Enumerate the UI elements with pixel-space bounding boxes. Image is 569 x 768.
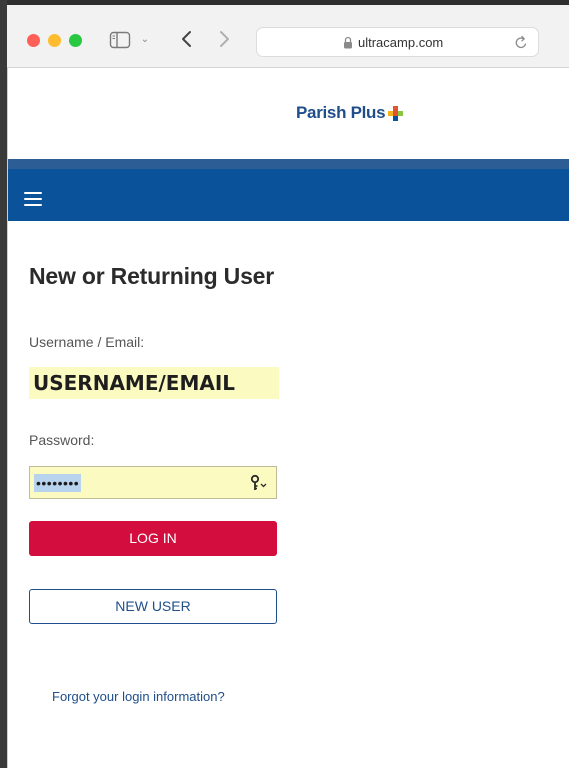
address-bar[interactable]: ultracamp.com: [256, 27, 539, 57]
site-logo[interactable]: Parish Plus: [296, 101, 404, 125]
chevron-down-icon[interactable]: ⌄: [138, 31, 152, 49]
username-label: Username / Email:: [29, 334, 145, 350]
password-input[interactable]: ••••••••: [29, 466, 277, 499]
nav-accent-stripe: [8, 159, 569, 169]
zoom-window-button[interactable]: [69, 34, 82, 47]
browser-toolbar: ⌄ ultracamp.com: [7, 0, 569, 68]
minimize-window-button[interactable]: [48, 34, 61, 47]
close-window-button[interactable]: [27, 34, 40, 47]
hamburger-icon[interactable]: [24, 192, 42, 207]
key-icon[interactable]: [250, 474, 270, 492]
reload-icon[interactable]: [514, 35, 528, 51]
password-value: ••••••••: [34, 474, 82, 492]
sidebar-icon[interactable]: [109, 30, 131, 50]
lock-icon: [344, 36, 352, 49]
window-edge: [0, 0, 8, 768]
forgot-login-link[interactable]: Forgot your login information?: [52, 689, 225, 704]
forward-arrow-icon[interactable]: [214, 27, 234, 51]
main-nav-bar: [8, 169, 569, 221]
window-controls: [27, 34, 82, 47]
logo-text: Parish Plus: [296, 103, 386, 122]
plus-cross-icon: [388, 105, 404, 121]
new-user-button[interactable]: NEW USER: [29, 589, 277, 624]
page-title: New or Returning User: [29, 263, 275, 289]
login-button[interactable]: LOG IN: [29, 521, 277, 556]
back-arrow-icon[interactable]: [177, 27, 197, 51]
url-text: ultracamp.com: [358, 35, 444, 50]
username-input[interactable]: USERNAME/EMAIL: [29, 367, 279, 399]
password-label: Password:: [29, 432, 95, 448]
